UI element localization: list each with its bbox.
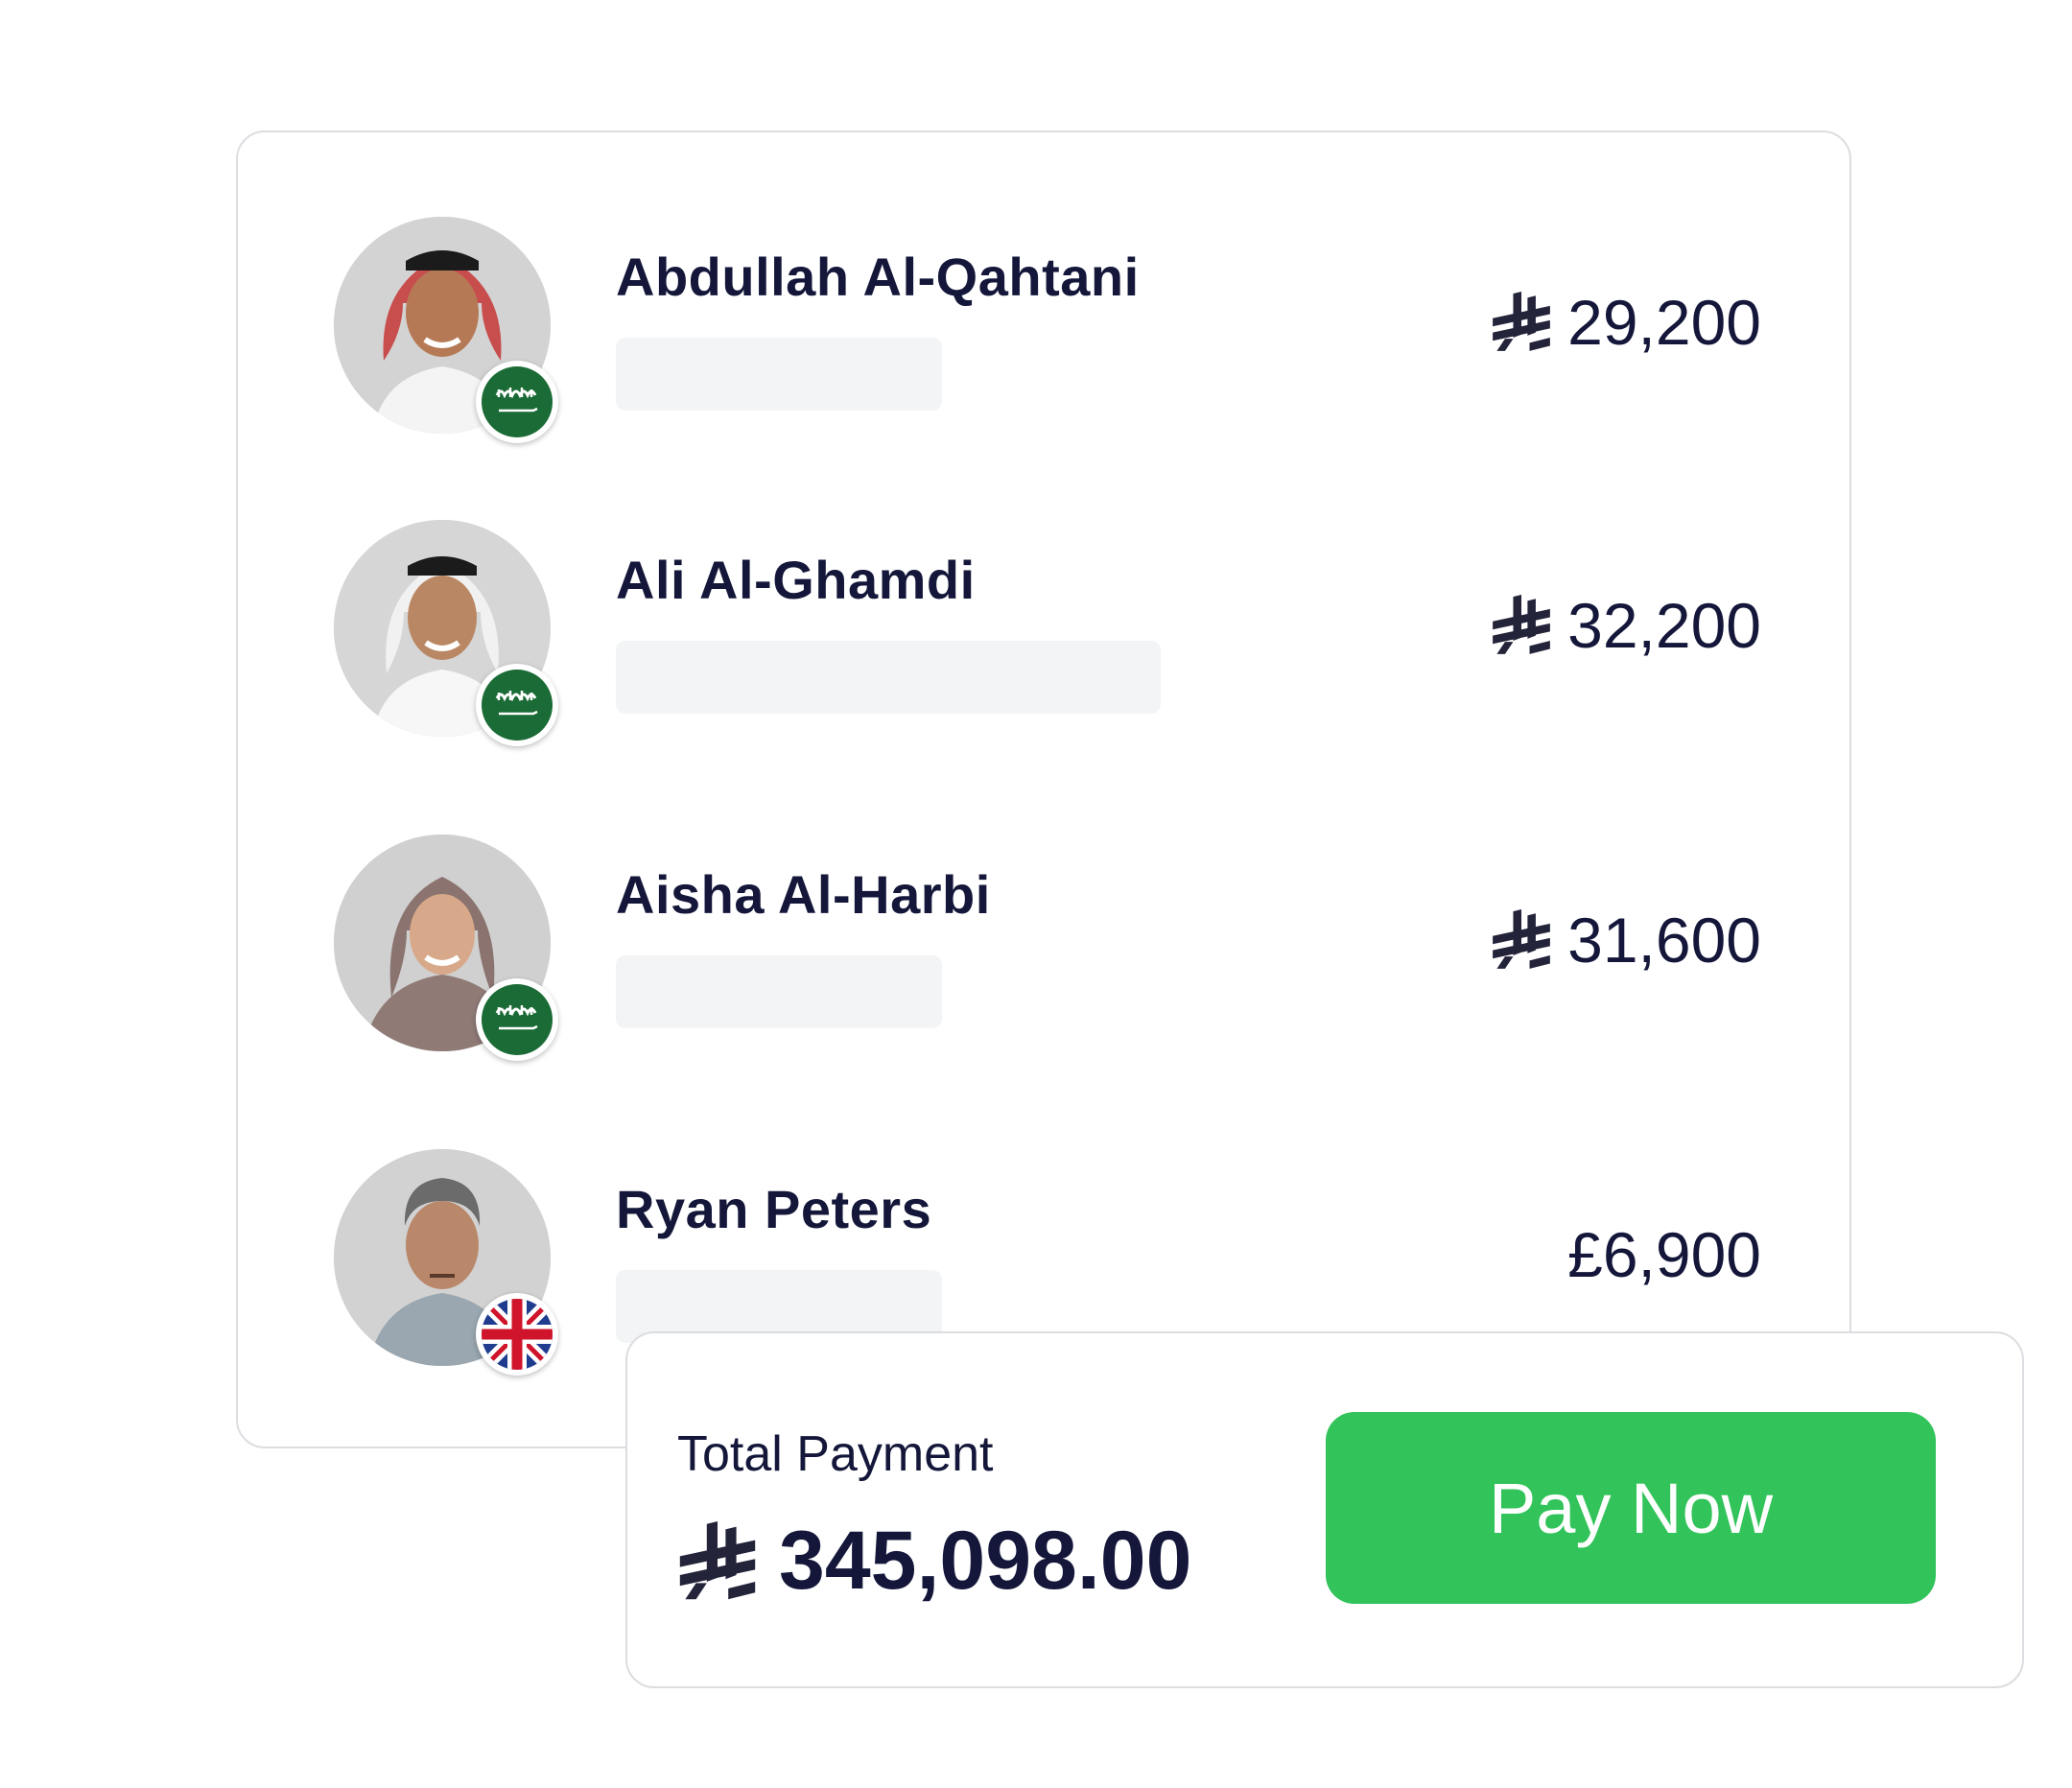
total-amount: 345,098.00 <box>779 1515 1192 1607</box>
placeholder-bar <box>616 641 1161 714</box>
payment-summary-card: Total Payment 345,098.00 Pay Now <box>625 1331 2024 1688</box>
amount-value: 32,200 <box>1567 590 1761 661</box>
payee-amount: £6,900 <box>1567 1218 1761 1291</box>
saudi-arabia-flag-icon <box>476 978 558 1061</box>
payee-amount: 29,200 <box>1491 286 1761 359</box>
payee-name: Aisha Al-Harbi <box>616 864 991 925</box>
riyal-icon <box>1491 292 1552 353</box>
amount-value: £6,900 <box>1567 1219 1761 1290</box>
placeholder-bar <box>616 338 942 411</box>
saudi-arabia-flag-icon <box>476 361 558 443</box>
payee-row[interactable]: Aisha Al-Harbi 31,600 <box>238 835 1849 1065</box>
saudi-arabia-flag-icon <box>476 664 558 746</box>
payee-amount: 31,600 <box>1491 904 1761 976</box>
payees-card: Abdullah Al-Qahtani 29,200 Ali Al-Ghamdi… <box>236 130 1851 1448</box>
payee-row[interactable]: Abdullah Al-Qahtani 29,200 <box>238 217 1849 447</box>
pay-now-button[interactable]: Pay Now <box>1326 1412 1936 1604</box>
placeholder-bar <box>616 955 942 1028</box>
riyal-icon <box>1491 595 1552 656</box>
total-payment-label: Total Payment <box>677 1426 994 1482</box>
uk-flag-icon <box>476 1293 558 1376</box>
amount-value: 31,600 <box>1567 905 1761 976</box>
payee-name: Ali Al-Ghamdi <box>616 550 976 610</box>
total-payment-value: 345,098.00 <box>677 1514 1191 1609</box>
payee-name: Abdullah Al-Qahtani <box>616 247 1140 307</box>
payee-name: Ryan Peters <box>616 1179 932 1239</box>
payee-row[interactable]: Ali Al-Ghamdi 32,200 <box>238 520 1849 750</box>
amount-value: 29,200 <box>1567 287 1761 358</box>
payee-amount: 32,200 <box>1491 589 1761 662</box>
riyal-icon <box>1491 909 1552 971</box>
riyal-icon <box>677 1521 758 1602</box>
